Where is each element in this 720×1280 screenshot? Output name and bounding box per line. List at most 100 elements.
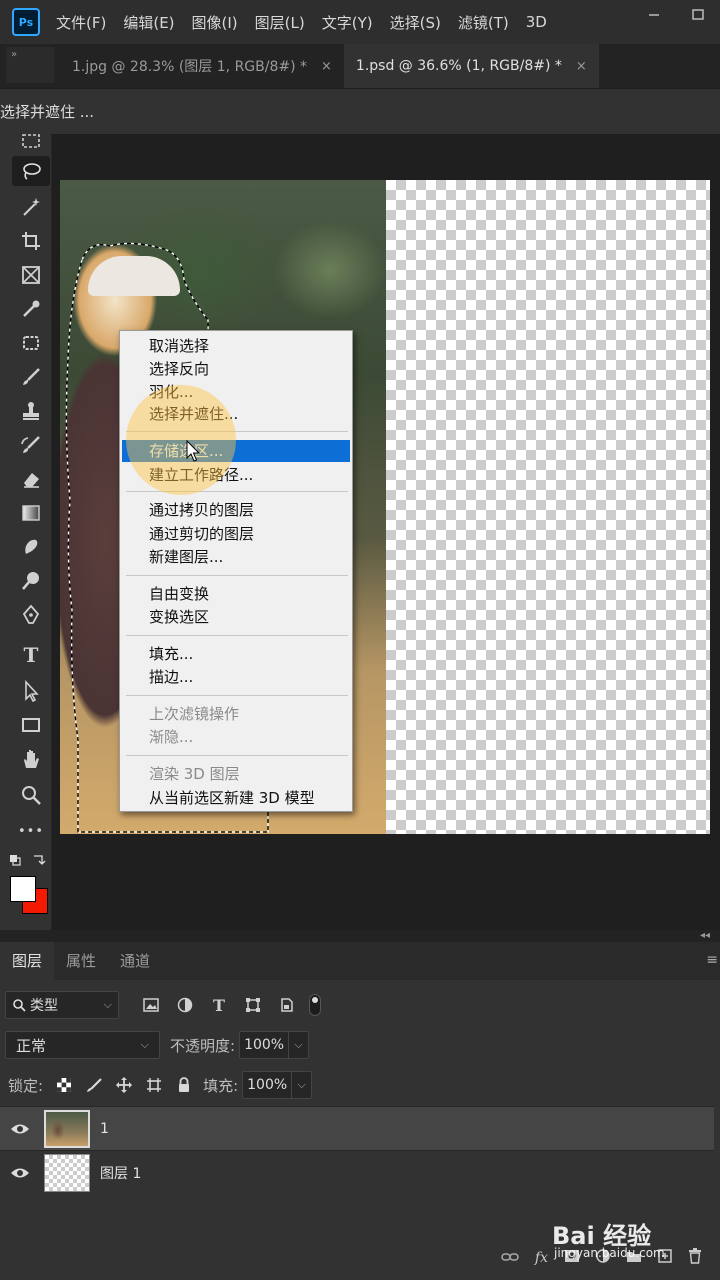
zoom-tool-icon[interactable]: [12, 780, 50, 810]
menu-item-deselect[interactable]: 取消选择: [122, 335, 350, 357]
blend-mode-value: 正常: [16, 1036, 47, 1055]
frame-tool-icon[interactable]: [12, 260, 50, 290]
chevron-down-icon[interactable]: ⌵: [288, 1032, 308, 1058]
path-selection-tool-icon[interactable]: [12, 676, 50, 706]
blend-mode-select[interactable]: 正常 ⌵: [5, 1031, 160, 1059]
fill-field[interactable]: 100% ⌵: [242, 1071, 313, 1099]
panel-tab-bar: 图层 属性 通道 ≡: [0, 942, 720, 980]
menu-item-feather[interactable]: 羽化...: [122, 381, 350, 403]
menu-image[interactable]: 图像(I): [192, 12, 238, 33]
menu-item-fill[interactable]: 填充...: [122, 643, 350, 665]
visibility-eye-icon[interactable]: [0, 1166, 40, 1180]
layer-thumbnail[interactable]: [44, 1109, 90, 1148]
maximize-icon[interactable]: [676, 0, 720, 30]
eraser-tool-icon[interactable]: [12, 464, 50, 494]
hand-tool-icon[interactable]: [12, 744, 50, 774]
lock-image-pixels-icon[interactable]: [85, 1076, 103, 1094]
rectangle-tool-icon[interactable]: [12, 710, 50, 740]
menu-filter[interactable]: 滤镜(T): [458, 12, 509, 33]
menu-item-stroke[interactable]: 描边...: [122, 666, 350, 688]
menu-item-select-inverse[interactable]: 选择反向: [122, 358, 350, 380]
layer-thumbnail[interactable]: [44, 1153, 90, 1192]
more-tools-icon[interactable]: •••: [12, 816, 50, 846]
watermark-url: jingyan.baidu.com: [554, 1246, 665, 1260]
close-icon[interactable]: ×: [576, 59, 587, 74]
layer-row[interactable]: 图层 1: [0, 1150, 714, 1194]
menu-file[interactable]: 文件(F): [56, 12, 106, 33]
menu-separator: [126, 755, 348, 756]
visibility-eye-icon[interactable]: [0, 1122, 40, 1136]
layer-name[interactable]: 图层 1: [100, 1163, 141, 1183]
baidu-jingyan-watermark: Bai 经验 jingyan.baidu.com: [550, 1212, 720, 1272]
menu-item-new-layer[interactable]: 新建图层...: [122, 546, 350, 568]
menu-layer[interactable]: 图层(L): [255, 12, 305, 33]
menu-select[interactable]: 选择(S): [390, 12, 441, 33]
type-filter-icon[interactable]: T: [209, 995, 229, 1015]
layer-name[interactable]: 1: [100, 1121, 109, 1137]
menu-edit[interactable]: 编辑(E): [123, 12, 174, 33]
collapse-panels-icon[interactable]: »: [6, 47, 54, 83]
magic-wand-tool-icon[interactable]: [12, 192, 50, 222]
panel-divider[interactable]: ◂◂: [0, 930, 720, 942]
fill-label: 填充:: [203, 1076, 239, 1095]
menu-item-free-transform[interactable]: 自由变换: [122, 583, 350, 605]
tab-1-psd[interactable]: 1.psd @ 36.6% (1, RGB/8#) * ×: [343, 44, 599, 88]
eyedropper-tool-icon[interactable]: [12, 294, 50, 324]
menu-separator: [126, 491, 348, 492]
lock-position-icon[interactable]: [115, 1076, 133, 1094]
lasso-tool-icon[interactable]: [12, 156, 50, 186]
tab-layers[interactable]: 图层: [0, 942, 55, 980]
menu-item-make-work-path[interactable]: 建立工作路径...: [122, 464, 350, 486]
minimize-icon[interactable]: [632, 0, 676, 30]
panel-menu-icon[interactable]: ≡: [706, 952, 718, 968]
tab-channels[interactable]: 通道: [108, 942, 162, 980]
tab-properties[interactable]: 属性: [54, 942, 108, 980]
opacity-field[interactable]: 100% ⌵: [239, 1031, 310, 1059]
select-and-mask-button[interactable]: 选择并遮住 ...: [0, 101, 94, 122]
link-layers-icon[interactable]: [501, 1250, 519, 1266]
document-tab-bar: » 1.jpg @ 28.3% (图层 1, RGB/8#) * × 1.psd…: [0, 44, 720, 88]
layer-row[interactable]: 1: [0, 1106, 714, 1150]
crop-tool-icon[interactable]: [12, 226, 50, 256]
gradient-tool-icon[interactable]: [12, 498, 50, 528]
dodge-tool-icon[interactable]: [12, 566, 50, 596]
menu-item-select-and-mask[interactable]: 选择并遮住...: [122, 403, 350, 425]
smart-object-filter-icon[interactable]: [277, 995, 297, 1015]
lock-artboard-icon[interactable]: [145, 1076, 163, 1094]
spot-healing-tool-icon[interactable]: [12, 328, 50, 358]
photo-hat: [88, 256, 180, 296]
lock-label: 锁定:: [8, 1076, 44, 1095]
default-colors-icon[interactable]: [8, 850, 52, 870]
history-brush-tool-icon[interactable]: [12, 430, 50, 460]
type-tool-icon[interactable]: T: [12, 640, 50, 670]
lock-all-icon[interactable]: [175, 1076, 193, 1094]
chevron-down-icon[interactable]: ⌵: [291, 1072, 311, 1098]
pen-tool-icon[interactable]: [12, 600, 50, 630]
close-icon[interactable]: ×: [321, 59, 332, 74]
menu-item-layer-via-cut[interactable]: 通过剪切的图层: [122, 523, 350, 545]
menu-item-render-3d-layer: 渲染 3D 图层: [149, 765, 240, 783]
menu-item-save-selection[interactable]: 存储选区...: [122, 440, 350, 462]
selection-context-menu: 取消选择 选择反向 羽化... 选择并遮住... 存储选区... 建立工作路径.…: [119, 330, 353, 812]
marquee-tool-icon[interactable]: [12, 126, 50, 156]
search-icon: [13, 999, 26, 1012]
lock-transparent-pixels-icon[interactable]: [55, 1076, 73, 1094]
shape-filter-icon[interactable]: [243, 995, 263, 1015]
foreground-color-swatch[interactable]: [10, 876, 36, 902]
menu-3d[interactable]: 3D: [526, 13, 547, 31]
fill-value: 100%: [247, 1077, 288, 1093]
menu-item-new-3d-model[interactable]: 从当前选区新建 3D 模型: [122, 787, 350, 809]
clone-stamp-tool-icon[interactable]: [12, 396, 50, 426]
menu-type[interactable]: 文字(Y): [322, 12, 373, 33]
transparent-canvas-area[interactable]: [386, 180, 710, 834]
layer-style-fx-icon[interactable]: fx: [535, 1250, 548, 1266]
blur-tool-icon[interactable]: [12, 532, 50, 562]
brush-tool-icon[interactable]: [12, 362, 50, 392]
layer-filter-select[interactable]: 类型 ⌵: [5, 991, 119, 1019]
adjustment-filter-icon[interactable]: [175, 995, 195, 1015]
pixel-filter-icon[interactable]: [141, 995, 161, 1015]
menu-item-transform-selection[interactable]: 变换选区: [122, 606, 350, 628]
tab-1-jpg[interactable]: 1.jpg @ 28.3% (图层 1, RGB/8#) * ×: [60, 44, 344, 88]
menu-item-layer-via-copy[interactable]: 通过拷贝的图层: [122, 499, 350, 521]
filter-toggle-switch[interactable]: [309, 994, 321, 1016]
